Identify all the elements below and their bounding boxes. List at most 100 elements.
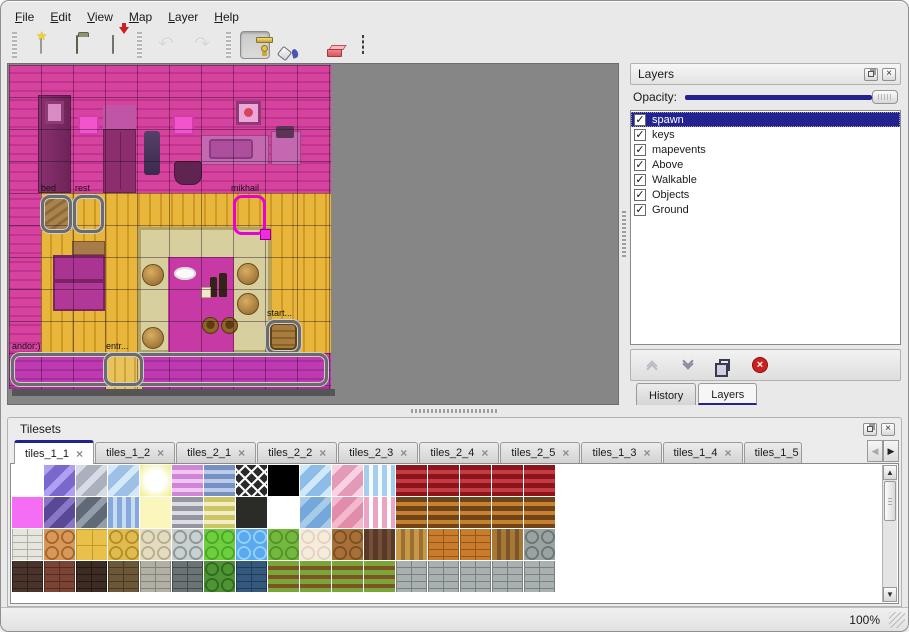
layer-visibility-checkbox[interactable]: ✓: [634, 204, 646, 216]
tile-r0-c11[interactable]: [364, 465, 395, 496]
tile-r0-c14[interactable]: [460, 465, 491, 496]
float-panel-button[interactable]: [864, 68, 878, 81]
layer-row-spawn[interactable]: ✓spawn: [631, 112, 900, 127]
toolbar-handle[interactable]: [12, 32, 17, 58]
rectangular-select-button[interactable]: [348, 31, 378, 59]
lower-layer-button[interactable]: [679, 356, 697, 374]
delete-layer-button[interactable]: ×: [751, 356, 769, 374]
tile-r1-c13[interactable]: [428, 497, 459, 528]
scroll-down-button[interactable]: ▼: [883, 587, 897, 602]
tile-r2-c16[interactable]: [524, 529, 555, 560]
menu-layer[interactable]: Layer: [168, 10, 198, 24]
close-tab-icon[interactable]: ×: [400, 447, 407, 459]
menu-view[interactable]: View: [87, 10, 113, 24]
object-resize-handle[interactable]: [260, 229, 271, 240]
tile-r2-c15[interactable]: [492, 529, 523, 560]
menu-map[interactable]: Map: [129, 10, 152, 24]
tile-r3-c6[interactable]: [204, 561, 235, 592]
tileset-view[interactable]: ▲ ▼: [10, 464, 899, 604]
tileset-scrollbar[interactable]: ▲ ▼: [882, 465, 897, 602]
resize-grip[interactable]: [889, 612, 905, 628]
tile-r3-c5[interactable]: [172, 561, 203, 592]
tile-r2-c4[interactable]: [140, 529, 171, 560]
map-canvas[interactable]: bedrestmikhailstart...andor:)entr...: [9, 65, 331, 389]
tile-r0-c2[interactable]: [76, 465, 107, 496]
tileset-tab-tiles_1_3[interactable]: tiles_1_3×: [581, 442, 661, 463]
tile-r2-c14[interactable]: [460, 529, 491, 560]
tile-r3-c8[interactable]: [268, 561, 299, 592]
tile-r1-c12[interactable]: [396, 497, 427, 528]
layer-visibility-checkbox[interactable]: ✓: [634, 189, 646, 201]
tile-r3-c13[interactable]: [428, 561, 459, 592]
menu-help[interactable]: Help: [214, 10, 239, 24]
tile-r1-c16[interactable]: [524, 497, 555, 528]
close-tab-icon[interactable]: ×: [481, 447, 488, 459]
map-object-entr[interactable]: [104, 353, 143, 386]
dock-tab-layers[interactable]: Layers: [698, 383, 757, 405]
tile-r0-c12[interactable]: [396, 465, 427, 496]
tile-r0-c3[interactable]: [108, 465, 139, 496]
map-object-mikhail[interactable]: [233, 195, 266, 235]
close-tab-icon[interactable]: ×: [319, 447, 326, 459]
eraser-button[interactable]: [312, 31, 342, 59]
stamp-brush-button[interactable]: [240, 31, 270, 59]
tile-r3-c1[interactable]: [44, 561, 75, 592]
tile-r2-c2[interactable]: [76, 529, 107, 560]
tile-r1-c2[interactable]: [76, 497, 107, 528]
tile-r3-c14[interactable]: [460, 561, 491, 592]
tile-r1-c11[interactable]: [364, 497, 395, 528]
layer-row-Objects[interactable]: ✓Objects: [631, 187, 900, 202]
tile-r2-c10[interactable]: [332, 529, 363, 560]
close-tab-icon[interactable]: ×: [725, 447, 732, 459]
tile-r2-c5[interactable]: [172, 529, 203, 560]
tile-r3-c4[interactable]: [140, 561, 171, 592]
float-panel-button[interactable]: [863, 423, 877, 436]
close-tab-icon[interactable]: ×: [238, 447, 245, 459]
scroll-tabs-left-button[interactable]: ◀: [867, 440, 883, 462]
tile-r1-c10[interactable]: [332, 497, 363, 528]
tile-r1-c8[interactable]: [268, 497, 299, 528]
layer-row-keys[interactable]: ✓keys: [631, 127, 900, 142]
close-tab-icon[interactable]: ×: [562, 447, 569, 459]
layer-row-Walkable[interactable]: ✓Walkable: [631, 172, 900, 187]
tile-r3-c10[interactable]: [332, 561, 363, 592]
tile-r1-c6[interactable]: [204, 497, 235, 528]
tileset-tab-tiles_2_4[interactable]: tiles_2_4×: [419, 442, 499, 463]
tile-r1-c0[interactable]: [12, 497, 43, 528]
layer-row-Above[interactable]: ✓Above: [631, 157, 900, 172]
opacity-slider[interactable]: [685, 89, 898, 105]
layer-visibility-checkbox[interactable]: ✓: [634, 159, 646, 171]
tile-r0-c0[interactable]: [12, 465, 43, 496]
duplicate-layer-button[interactable]: [715, 356, 733, 374]
new-file-button[interactable]: ★: [26, 31, 56, 59]
raise-layer-button[interactable]: [643, 356, 661, 374]
tile-r0-c9[interactable]: [300, 465, 331, 496]
tile-r0-c10[interactable]: [332, 465, 363, 496]
tile-r2-c13[interactable]: [428, 529, 459, 560]
layer-row-Ground[interactable]: ✓Ground: [631, 202, 900, 217]
scrollbar-thumb[interactable]: [884, 481, 896, 521]
close-panel-button[interactable]: ×: [881, 423, 895, 436]
tile-r2-c0[interactable]: [12, 529, 43, 560]
tileset-tab-tiles_2_2[interactable]: tiles_2_2×: [257, 442, 337, 463]
horizontal-splitter[interactable]: [7, 405, 902, 417]
tile-r0-c7[interactable]: [236, 465, 267, 496]
tile-r1-c14[interactable]: [460, 497, 491, 528]
map-object-andor[interactable]: [11, 353, 328, 386]
tileset-tab-tiles_2_1[interactable]: tiles_2_1×: [176, 442, 256, 463]
tileset-tab-tiles_2_5[interactable]: tiles_2_5×: [500, 442, 580, 463]
undo-button[interactable]: ↶: [151, 31, 181, 59]
tile-r2-c6[interactable]: [204, 529, 235, 560]
tile-r2-c8[interactable]: [268, 529, 299, 560]
map-object-rest[interactable]: [73, 195, 104, 233]
menu-edit[interactable]: Edit: [50, 10, 71, 24]
map-viewport[interactable]: bedrestmikhailstart...andor:)entr...: [7, 63, 619, 405]
toolbar-handle[interactable]: [137, 32, 142, 58]
tile-r1-c5[interactable]: [172, 497, 203, 528]
toolbar-handle[interactable]: [226, 32, 231, 58]
tileset-tab-tiles_2_3[interactable]: tiles_2_3×: [338, 442, 418, 463]
close-tab-icon[interactable]: ×: [643, 447, 650, 459]
menu-file[interactable]: File: [15, 10, 34, 24]
tile-r1-c9[interactable]: [300, 497, 331, 528]
tile-r0-c6[interactable]: [204, 465, 235, 496]
